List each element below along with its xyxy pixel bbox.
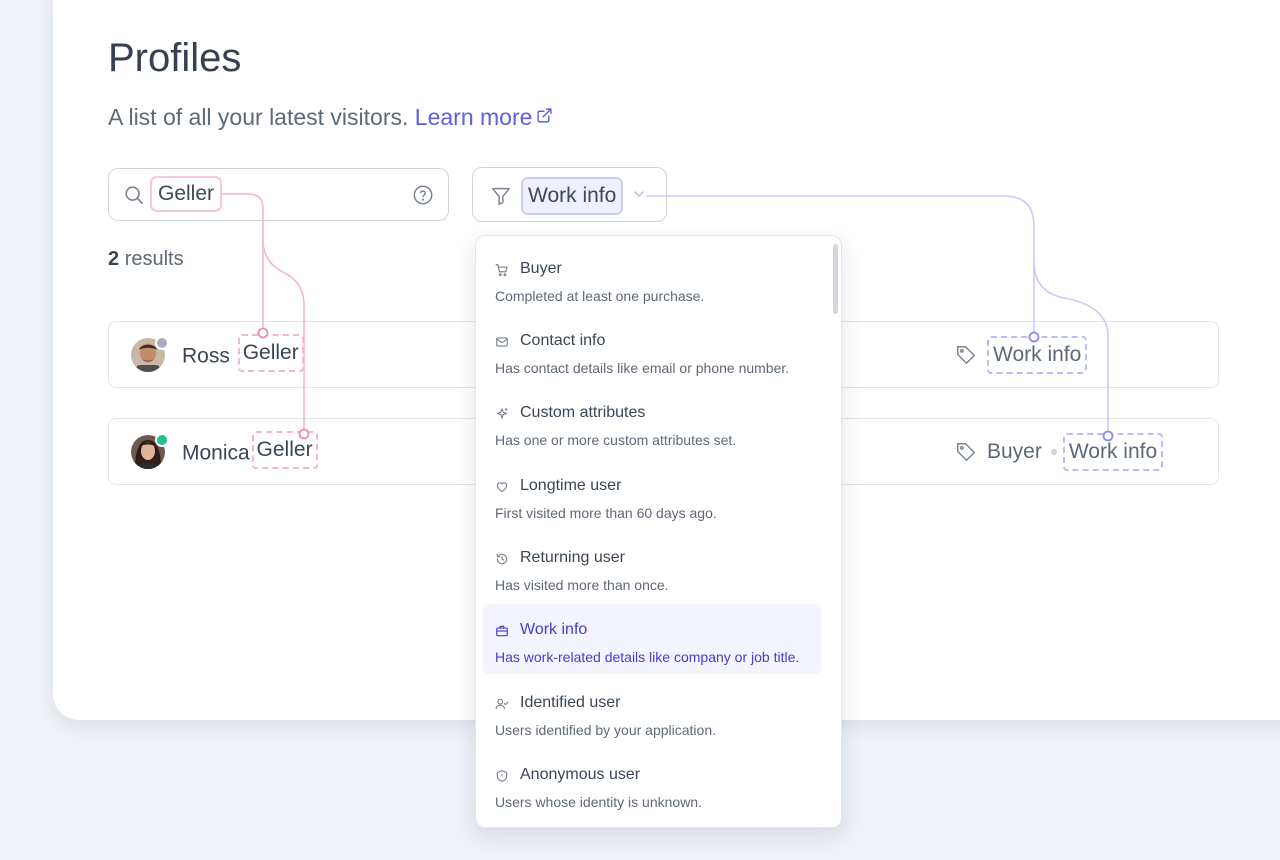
shield-icon (496, 770, 508, 782)
page-title: Profiles (108, 36, 242, 80)
menu-item-description: Has work-related details like company or… (495, 649, 800, 665)
menu-item-label: Contact info (520, 332, 606, 349)
menu-item-work-info[interactable]: Work info Has work-related details like … (483, 604, 821, 674)
dropdown-scrollbar[interactable] (833, 244, 838, 314)
search-icon (125, 186, 144, 205)
page-subtitle: A list of all your latest visitors. Lear… (108, 104, 553, 131)
tag-buyer: Buyer (987, 440, 1042, 463)
last-name-highlight: Geller (237, 334, 304, 372)
menu-item-longtime-user[interactable]: Longtime user First visited more than 60… (483, 460, 821, 530)
menu-item-label: Work info (520, 621, 588, 638)
tag-work-info: Work info (1062, 433, 1164, 471)
first-name: Ross (182, 344, 230, 368)
history-icon (496, 553, 508, 565)
menu-item-label: Anonymous user (520, 766, 641, 783)
external-link-icon (537, 108, 552, 124)
avatar (131, 433, 169, 469)
funnel-icon (492, 187, 510, 205)
menu-item-description: Has one or more custom attributes set. (495, 432, 737, 448)
profile-tags: Work info (955, 336, 1088, 374)
filter-dropdown-menu: Buyer Completed at least one purchase. C… (475, 235, 842, 828)
menu-item-contact-info[interactable]: Contact info Has contact details like em… (483, 315, 821, 385)
first-name: Monica (182, 441, 250, 465)
menu-item-buyer[interactable]: Buyer Completed at least one purchase. (483, 243, 821, 313)
avatar (131, 336, 169, 372)
search-query-value[interactable]: Geller (150, 176, 223, 212)
menu-item-identified-user[interactable]: Identified user Users identified by your… (483, 677, 821, 747)
profile-name: Monica Geller (182, 431, 318, 469)
menu-item-description: Users whose identity is unknown. (495, 794, 702, 810)
briefcase-icon (496, 625, 508, 637)
tag-icon (957, 443, 975, 461)
menu-item-description: First visited more than 60 days ago. (495, 505, 717, 521)
subtitle-text: A list of all your latest visitors. (108, 104, 409, 130)
menu-item-anonymous-user[interactable]: Anonymous user Users whose identity is u… (483, 749, 821, 819)
menu-item-description: Users identified by your application. (495, 722, 717, 738)
heart-icon (496, 482, 508, 493)
tag-work-info: Work info (987, 336, 1088, 374)
filter-select[interactable]: Work info (472, 167, 667, 222)
profile-name: Ross Geller (182, 334, 304, 372)
learn-more-link[interactable]: Learn more (415, 104, 554, 130)
menu-item-label: Custom attributes (520, 404, 646, 421)
question-circle-icon[interactable] (412, 184, 434, 206)
results-count: 2 results (108, 248, 184, 271)
menu-item-description: Completed at least one purchase. (495, 288, 705, 304)
filter-value: Work info (521, 177, 624, 215)
profile-tags: Buyer Work info (955, 433, 1164, 471)
search-input[interactable]: Geller (108, 168, 449, 221)
menu-item-label: Identified user (520, 694, 621, 711)
tag-icon (957, 346, 975, 364)
tag-separator (1050, 449, 1057, 455)
learn-more-label: Learn more (414, 104, 533, 130)
menu-item-description: Has contact details like email or phone … (495, 360, 790, 376)
mail-icon (496, 337, 508, 347)
menu-item-returning-user[interactable]: Returning user Has visited more than onc… (483, 532, 821, 602)
sparkle-icon (496, 408, 508, 419)
menu-item-description: Has visited more than once. (495, 577, 669, 593)
chevron-down-icon[interactable] (633, 190, 645, 198)
status-dot (155, 433, 169, 447)
results-number: 2 (108, 248, 120, 270)
menu-item-label: Returning user (520, 549, 625, 566)
user-check-icon (495, 698, 509, 710)
cart-icon (495, 264, 508, 277)
menu-item-label: Buyer (520, 260, 562, 277)
status-dot (155, 336, 169, 350)
menu-item-custom-attributes[interactable]: Custom attributes Has one or more custom… (483, 387, 821, 457)
last-name-highlight: Geller (251, 431, 318, 469)
menu-item-label: Longtime user (520, 477, 622, 494)
results-label: results (124, 248, 184, 270)
